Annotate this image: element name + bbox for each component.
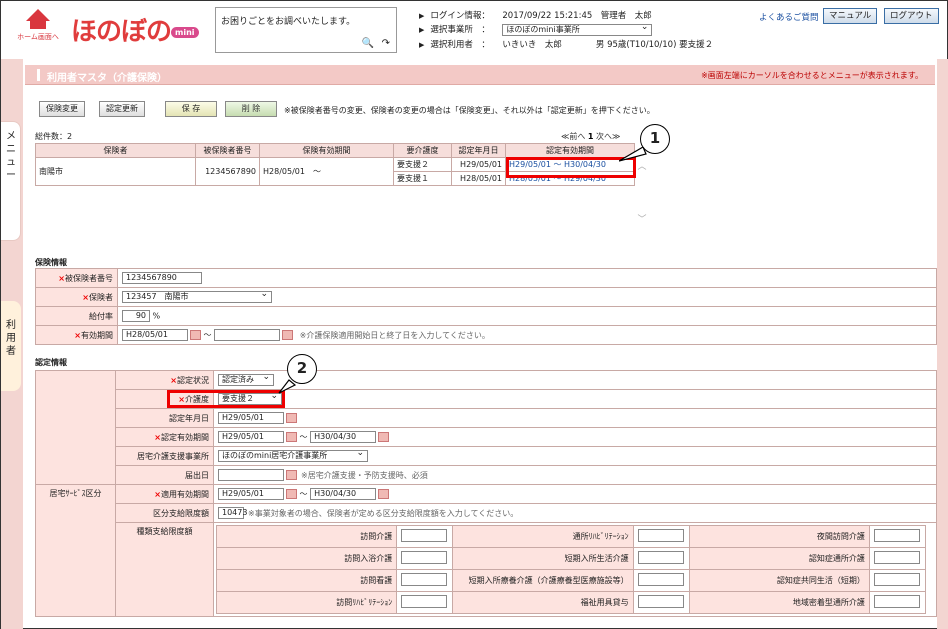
insurance-section-title: 保険情報	[35, 258, 67, 267]
table-row: 訪問入浴介護 短期入所生活介護 認知症通所介護	[215, 547, 927, 570]
pager-current: 1	[587, 132, 594, 141]
office-select[interactable]: ほのぼのmini事業所	[502, 22, 653, 36]
title-bar: 利用者マスタ（介護保険） ※画面左端にカーソルを合わせるとメニューが表示されます…	[25, 65, 935, 85]
table-row: 訪問介護 通所ﾘﾊﾋﾞﾘﾃｰｼｮﾝ 夜間訪問介護	[215, 525, 927, 548]
insured-number-input[interactable]: 1234567890	[122, 272, 202, 284]
calendar-icon[interactable]	[286, 489, 297, 499]
insurer-select[interactable]: 123457 南陽市	[122, 289, 272, 303]
benefit-rate-input[interactable]: 90	[122, 310, 150, 322]
brand-mini-badge: mini	[171, 27, 199, 38]
cert-period-from-input[interactable]: H29/05/01	[218, 431, 284, 443]
highlight-box-2	[167, 390, 285, 408]
table-row: 訪問ﾘﾊﾋﾞﾘﾃｰｼｮﾝ 福祉用具貸与 地域密着型通所介護	[215, 591, 927, 614]
brand-logo: ほのぼの mini	[71, 11, 199, 48]
faq-link[interactable]: よくあるご質問	[759, 11, 819, 23]
service-limit-input[interactable]	[637, 573, 684, 586]
service-limit-input[interactable]	[401, 551, 448, 564]
notify-date-input[interactable]	[218, 469, 284, 481]
user-tab[interactable]: 利用者	[1, 301, 21, 391]
calendar-icon[interactable]	[286, 432, 297, 442]
insurance-period-to-input[interactable]	[214, 329, 281, 341]
care-office-select[interactable]: ほのぼのmini居宅介護事業所	[218, 448, 368, 462]
right-rail	[937, 59, 948, 629]
calendar-icon[interactable]	[378, 489, 390, 499]
service-limit-input[interactable]	[637, 595, 684, 608]
highlight-box-1	[506, 157, 636, 178]
insurance-period-from-input[interactable]: H28/05/01	[122, 329, 188, 341]
redo-arrow-icon[interactable]: ↷	[382, 38, 390, 49]
calendar-icon[interactable]	[286, 470, 297, 480]
service-limit-input[interactable]	[873, 595, 920, 608]
delete-button[interactable]: 削 除	[225, 101, 277, 117]
menu-tab[interactable]: メニュー	[1, 121, 21, 241]
help-search-input[interactable]: お困りごとをお調べいたします。	[221, 14, 355, 27]
calendar-icon[interactable]	[286, 413, 297, 423]
cert-update-button[interactable]: 認定更新	[99, 101, 145, 117]
search-icon[interactable]: 🔍	[362, 38, 374, 49]
callout-1-pointer	[619, 147, 647, 162]
service-limit-input[interactable]	[873, 529, 920, 542]
total-count: 総件数：2	[35, 132, 73, 141]
limit-amount-input[interactable]: 10473	[218, 507, 247, 519]
home-label: ホーム画面へ	[17, 33, 59, 41]
table-row: 訪問看護 短期入所療養介護（介護療養型医療施設等） 認知症共同生活（短期）	[215, 569, 927, 592]
service-period-to-input[interactable]: H30/04/30	[310, 488, 377, 500]
pager-prev[interactable]: ≪前へ	[561, 132, 585, 141]
save-button[interactable]: 保 存	[165, 101, 217, 117]
calendar-icon[interactable]	[378, 432, 390, 442]
service-limit-input[interactable]	[873, 551, 920, 564]
service-limit-table: 訪問介護 通所ﾘﾊﾋﾞﾘﾃｰｼｮﾝ 夜間訪問介護 訪問入浴介護 短期入所生活介護…	[215, 525, 927, 614]
cert-status-select[interactable]: 認定済み	[218, 372, 274, 386]
home-icon	[26, 9, 50, 21]
calendar-icon[interactable]	[190, 330, 201, 340]
triangle-icon: ▶	[419, 12, 425, 20]
callout-2-pointer	[278, 379, 297, 394]
service-limit-input[interactable]	[873, 573, 920, 586]
user-info: ▶ 選択利用者 ：いきいき 太郎 男 95歳(T10/10/10) 要支援２	[419, 40, 714, 50]
table-header-row: 保険者 被保険者番号 保険有効期間 要介護度 認定年月日 認定有効期間	[35, 143, 635, 158]
cert-period-to-input[interactable]: H30/04/30	[310, 431, 377, 443]
list-scrollbar[interactable]: ︿ ﹀	[636, 159, 648, 239]
page-title: 利用者マスタ（介護保険）	[47, 73, 167, 84]
cert-section-title: 認定情報	[35, 358, 67, 367]
service-limit-input[interactable]	[637, 529, 684, 542]
service-limit-input[interactable]	[637, 551, 684, 564]
office-info: ▶ 選択事業所 ：ほのぼのmini事業所	[419, 22, 653, 36]
triangle-icon: ▶	[419, 26, 425, 34]
triangle-icon: ▶	[419, 41, 425, 49]
service-limit-input[interactable]	[401, 573, 448, 586]
calendar-icon[interactable]	[282, 330, 294, 340]
login-info: ▶ ログイン情報： 2017/09/22 15:21:45 管理者 太郎	[419, 11, 652, 21]
logout-button[interactable]: ログアウト	[884, 8, 939, 24]
service-limit-input[interactable]	[401, 595, 448, 608]
service-period-from-input[interactable]: H29/05/01	[218, 488, 284, 500]
menu-hint: ※画面左端にカーソルを合わせるとメニューが表示されます。	[701, 71, 923, 80]
help-search-box[interactable]: お困りごとをお調べいたします。 🔍 ↷	[215, 7, 397, 53]
insurance-change-button[interactable]: 保険変更	[39, 101, 85, 117]
toolbar-note: ※被保険者番号の変更、保険者の変更の場合は「保険変更」、それ以外は「認定更新」を…	[284, 106, 655, 115]
chevron-down-icon[interactable]: ﹀	[636, 212, 648, 225]
manual-button[interactable]: マニュアル	[823, 8, 878, 24]
service-limit-input[interactable]	[401, 529, 448, 542]
insurance-form: ×被保険者番号 1234567890 ×保険者 123457 南陽市 給付率 9…	[35, 268, 937, 345]
home-button[interactable]: ホーム画面へ	[15, 9, 61, 47]
pager-next[interactable]: 次へ≫	[596, 132, 620, 141]
cert-date-input[interactable]: H29/05/01	[218, 412, 284, 424]
pager: ≪前へ 1 次へ≫	[561, 131, 620, 142]
